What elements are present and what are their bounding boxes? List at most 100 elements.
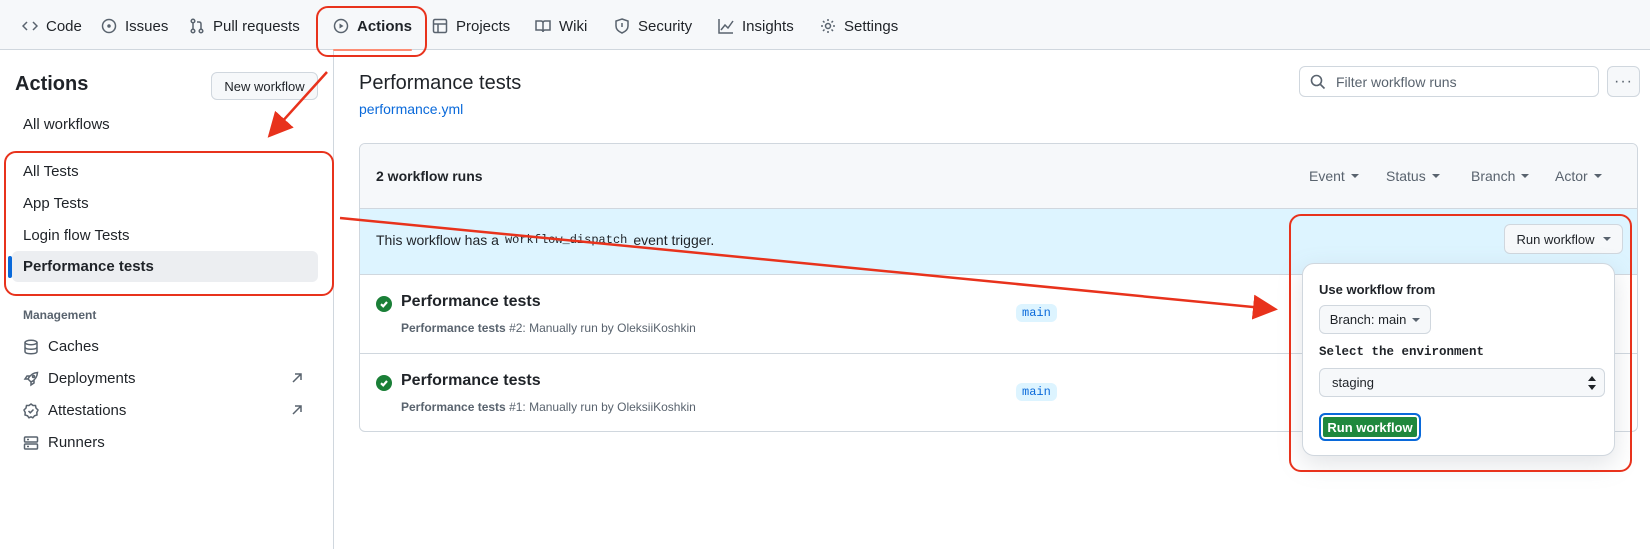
branch-select-label: Branch: main: [1329, 312, 1407, 327]
event-filter[interactable]: Event: [1309, 168, 1359, 184]
sidebar-item-attestations[interactable]: Attestations: [12, 395, 318, 426]
tab-label: Wiki: [559, 17, 588, 35]
actor-filter[interactable]: Actor: [1555, 168, 1602, 184]
external-link-icon: [290, 403, 304, 417]
branch-select-button[interactable]: Branch: main: [1319, 305, 1431, 334]
sidebar-item-app-tests[interactable]: App Tests: [12, 188, 318, 219]
select-arrows-icon: [1588, 376, 1596, 390]
tab-actions[interactable]: Actions: [325, 10, 420, 51]
tab-label: Pull requests: [213, 17, 300, 35]
sidebar-title: Actions: [15, 73, 89, 95]
success-check-icon: [376, 296, 392, 312]
run-workflow-dropdown: Use workflow from Branch: main Select th…: [1302, 263, 1615, 456]
sidebar-item-login-flow-tests[interactable]: Login flow Tests: [12, 220, 318, 251]
tab-label: Insights: [742, 17, 794, 35]
sidebar-item-deployments[interactable]: Deployments: [12, 363, 318, 394]
run-title[interactable]: Performance tests: [401, 372, 541, 390]
filter-placeholder: Filter workflow runs: [1336, 73, 1457, 90]
tab-label: Settings: [844, 17, 899, 35]
play-icon: [333, 18, 349, 34]
run-subtitle: Performance tests #1: Manually run by Ol…: [401, 400, 696, 414]
more-options-button[interactable]: ···: [1607, 66, 1640, 97]
run-workflow-name: Performance tests: [401, 321, 506, 335]
run-detail: #1: Manually run by OleksiiKoshkin: [509, 400, 696, 414]
graph-icon: [718, 19, 734, 34]
management-heading: Management: [23, 308, 97, 322]
run-workflow-name: Performance tests: [401, 400, 506, 414]
rocket-icon: [23, 371, 39, 386]
filter-workflow-runs-input[interactable]: Filter workflow runs: [1299, 66, 1599, 97]
runs-count: 2 workflow runs: [376, 168, 483, 184]
tab-settings[interactable]: Settings: [812, 10, 906, 42]
sidebar-item-performance-tests[interactable]: Performance tests: [8, 251, 318, 282]
filter-label: Status: [1386, 168, 1426, 184]
tab-label: Projects: [456, 17, 511, 35]
workflow-title: Performance tests: [359, 72, 522, 94]
tab-label: Actions: [357, 17, 413, 35]
caret-down-icon: [1350, 174, 1359, 178]
tab-issues[interactable]: Issues: [93, 10, 176, 42]
environment-label: Select the environment: [1319, 345, 1485, 359]
run-title[interactable]: Performance tests: [401, 293, 541, 311]
environment-value: staging: [1332, 375, 1374, 390]
caret-down-icon: [1602, 237, 1611, 241]
tab-label: Code: [46, 17, 82, 35]
book-icon: [535, 20, 551, 33]
branch-filter[interactable]: Branch: [1471, 168, 1530, 184]
tab-label: Issues: [125, 17, 169, 35]
status-filter[interactable]: Status: [1386, 168, 1440, 184]
filter-label: Event: [1309, 168, 1345, 184]
caret-down-icon: [1431, 174, 1440, 178]
workflow-file-link[interactable]: performance.yml: [359, 101, 463, 117]
filter-label: Branch: [1471, 168, 1516, 184]
use-workflow-from-label: Use workflow from: [1319, 282, 1436, 297]
sidebar-item-label: Deployments: [48, 370, 136, 387]
sidebar-item-label: Runners: [48, 434, 105, 451]
dispatch-text: This workflow has a workflow_dispatch ev…: [376, 232, 714, 248]
success-check-icon: [376, 375, 392, 391]
run-workflow-dropdown-button[interactable]: Run workflow: [1504, 224, 1623, 254]
tab-security[interactable]: Security: [606, 10, 700, 42]
workflows-sidebar: Actions New workflow All workflows All T…: [0, 51, 334, 549]
tab-code[interactable]: Code: [14, 10, 90, 42]
sidebar-item-all-tests[interactable]: All Tests: [12, 156, 318, 187]
caret-down-icon: [1412, 317, 1421, 322]
server-icon: [23, 435, 39, 450]
tab-wiki[interactable]: Wiki: [527, 10, 595, 42]
run-detail: #2: Manually run by OleksiiKoshkin: [509, 321, 696, 335]
dispatch-code: workflow_dispatch: [504, 233, 628, 247]
tab-label: Security: [638, 17, 693, 35]
caret-down-icon: [1593, 174, 1602, 178]
repo-nav: Code Issues Pull requests Actions Projec…: [0, 0, 1650, 51]
tab-insights[interactable]: Insights: [710, 10, 802, 42]
dispatch-suffix: event trigger.: [633, 232, 715, 248]
sidebar-item-caches[interactable]: Caches: [12, 331, 318, 362]
database-icon: [24, 339, 38, 354]
branch-label[interactable]: main: [1016, 304, 1057, 322]
run-workflow-submit-button[interactable]: Run workflow: [1319, 413, 1421, 441]
sidebar-item-runners[interactable]: Runners: [12, 427, 318, 458]
sidebar-item-label: Caches: [48, 338, 99, 355]
shield-icon: [615, 18, 629, 34]
run-workflow-label: Run workflow: [1516, 231, 1595, 247]
run-subtitle: Performance tests #2: Manually run by Ol…: [401, 321, 696, 335]
new-workflow-button[interactable]: New workflow: [211, 72, 318, 100]
gear-icon: [821, 19, 835, 33]
caret-down-icon: [1521, 174, 1530, 178]
runs-header: 2 workflow runs Event Status Branch Acto…: [360, 144, 1637, 209]
search-icon: [1310, 74, 1326, 89]
external-link-icon: [290, 371, 304, 385]
filter-label: Actor: [1555, 168, 1588, 184]
tab-pull-requests[interactable]: Pull requests: [181, 10, 308, 42]
environment-select[interactable]: staging: [1319, 368, 1605, 397]
branch-label[interactable]: main: [1016, 383, 1057, 401]
tab-projects[interactable]: Projects: [424, 10, 518, 42]
table-icon: [432, 18, 448, 34]
sidebar-item-all-workflows[interactable]: All workflows: [12, 109, 318, 140]
verified-icon: [23, 402, 39, 419]
dispatch-prefix: This workflow has a: [376, 232, 499, 248]
pull-request-icon: [190, 18, 204, 34]
issue-icon: [101, 18, 117, 34]
sidebar-item-label: Attestations: [48, 402, 127, 419]
code-icon: [22, 21, 38, 31]
